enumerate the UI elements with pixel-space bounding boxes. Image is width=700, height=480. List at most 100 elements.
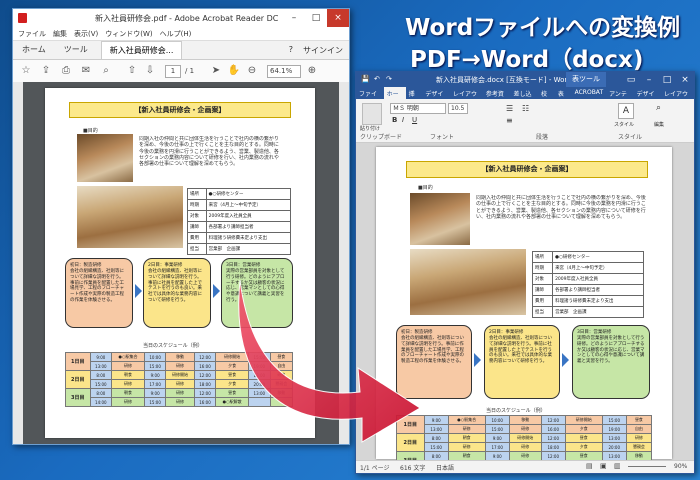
zoom-level-input[interactable]: 64.1%	[267, 65, 301, 78]
menu-window[interactable]: ウィンドウ(W)	[105, 29, 152, 39]
tab-references[interactable]: 参考資料	[483, 87, 511, 107]
schedule-label: 当日のスケジュール（例）	[486, 408, 546, 414]
web-layout-icon[interactable]: ▥	[614, 462, 621, 470]
schedule-label: 当日のスケジュール（例）	[143, 343, 203, 349]
upload-icon[interactable]: ⇪	[39, 64, 53, 78]
menu-view[interactable]: 表示(V)	[74, 29, 98, 39]
hand-tool-icon[interactable]: ✋	[227, 64, 241, 78]
group-font: フォント	[430, 134, 455, 141]
day2-bubble: 2日目：事業研修 会社の組織構造、社則等について詳細な説明を行う。事前に社員を配置…	[484, 325, 560, 399]
signin-link[interactable]: サインイン	[303, 45, 343, 56]
tab-layout[interactable]: レイアウト	[450, 87, 483, 107]
acrobat-toolbar: ☆ ⇪ ⎙ ✉ ⌕ ⇧ ⇩ 1 / 1 ➤ ✋ ⊖ 64.1% ⊕	[13, 60, 349, 83]
photo-lounge	[77, 186, 183, 248]
doc-title: 【新入社員研修会・企画案】	[406, 161, 648, 178]
group-clipboard: クリップボード	[360, 134, 403, 141]
flow-arrow-icon	[562, 353, 569, 367]
left-panel-toggle[interactable]	[13, 82, 23, 444]
bullets-icon[interactable]: ☰	[506, 104, 513, 113]
maximize-icon[interactable]: □	[658, 72, 676, 87]
photo-room	[410, 193, 470, 245]
day1-bubble: 初日：製造研修 会社の組織構造、社則等について詳細な説明を行う。事前に作業員を配置…	[65, 258, 133, 328]
menu-edit[interactable]: 編集	[53, 29, 67, 39]
status-page[interactable]: 1/1 ページ	[360, 463, 389, 472]
acrobat-app-icon	[18, 13, 27, 23]
page-total: / 1	[185, 67, 195, 75]
info-table: 場所 ●○研修センター 時期 来宮（4月上～中旬予定） 対象 2009年度入社員全員 …	[187, 188, 292, 255]
zoom-in-icon[interactable]: ⊕	[305, 64, 319, 78]
style-gallery-icon[interactable]: A	[618, 103, 634, 119]
acrobat-menubar: ファイル 編集 表示(V) ウィンドウ(W) ヘルプ(H)	[13, 27, 349, 41]
word-ribbon: 貼り付け ＭＳ 明朝 10.5 B I U ☰ ☷ ≡ A スタイル ⌕ 編集 …	[356, 99, 694, 143]
bookmark-icon[interactable]: ☆	[19, 64, 33, 78]
tab-home[interactable]: ホーム	[383, 87, 406, 107]
print-layout-icon[interactable]: ▣	[600, 462, 607, 470]
italic-icon[interactable]: I	[402, 116, 404, 124]
zoom-slider[interactable]	[628, 466, 666, 467]
flow-arrow-icon	[213, 284, 220, 298]
edit-button[interactable]: 編集	[654, 121, 664, 128]
maximize-icon[interactable]: □	[305, 9, 327, 27]
tab-document[interactable]: 新入社員研修会...	[100, 41, 183, 59]
acrobat-titlebar: 新入社員研修会.pdf - Adobe Acrobat Reader DC – …	[13, 9, 349, 27]
select-cursor-icon[interactable]: ➤	[209, 64, 223, 78]
close-icon[interactable]: ×	[676, 72, 694, 87]
zoom-level[interactable]: 90%	[674, 463, 687, 470]
tab-design[interactable]: デザイン	[422, 87, 450, 107]
find-icon[interactable]: ⌕	[656, 103, 661, 113]
read-mode-icon[interactable]: ▤	[586, 462, 593, 470]
section-heading: ■目的	[418, 185, 433, 191]
day2-bubble: 2日目：事業研修 会社の組織構造、社則等について詳細な説明を行う。事前に社員を配置…	[143, 258, 211, 328]
conversion-arrow-icon	[238, 279, 421, 443]
redo-icon[interactable]: ↷	[386, 75, 392, 83]
info-table: 場所 ●○研修センター 時期 来宮（4月上～中旬予定） 対象 2009年度入社員全員 …	[531, 251, 644, 318]
flow-arrow-icon	[135, 284, 142, 298]
table-tools-context-tab: 表ツール	[566, 72, 606, 87]
tab-review[interactable]: 校閲	[538, 87, 555, 107]
headline-line1: Wordファイルへの変換例	[405, 15, 681, 41]
headline-line2: PDF→Word（docx)	[410, 47, 644, 73]
align-left-icon[interactable]: ≡	[506, 116, 513, 125]
tab-insert[interactable]: 挿入	[406, 87, 423, 107]
close-icon[interactable]: ×	[327, 9, 349, 27]
minimize-icon[interactable]: –	[640, 72, 658, 87]
purpose-text: 同期入社の仲間と共に団体生活を行うことで社内の横の繋がりを深め、今後の仕事の上で…	[476, 195, 646, 220]
page-number-input[interactable]: 1	[165, 65, 181, 78]
ribbon-display-icon[interactable]: ▭	[622, 72, 640, 87]
font-name-select[interactable]: ＭＳ 明朝	[390, 103, 446, 114]
menu-help[interactable]: ヘルプ(H)	[160, 29, 192, 39]
print-icon[interactable]: ⎙	[59, 64, 73, 78]
minimize-icon[interactable]: –	[283, 9, 305, 27]
paste-button[interactable]: 貼り付け	[360, 125, 380, 132]
menu-file[interactable]: ファイル	[18, 29, 46, 39]
email-icon[interactable]: ✉	[79, 64, 93, 78]
acrobat-window-title: 新入社員研修会.pdf - Adobe Acrobat Reader DC	[95, 14, 279, 23]
doc-title: 【新入社員研修会・企画案】	[69, 102, 291, 118]
day3-bubble: 3日目：営業研修 実際の営業部員を対象として行う研修。どのようにアプローチするか又…	[572, 325, 650, 399]
undo-icon[interactable]: ↶	[374, 75, 380, 83]
tab-view[interactable]: 表示	[555, 87, 572, 107]
help-icon[interactable]: ?	[289, 45, 293, 56]
tab-mailings[interactable]: 差し込み	[510, 87, 538, 107]
paste-icon[interactable]	[362, 103, 382, 125]
word-titlebar: 💾 ↶ ↷ 新入社員研修会.docx [互換モード] - Word 表ツール ▭…	[356, 72, 694, 87]
tab-tools[interactable]: ツール	[55, 44, 97, 59]
tab-file[interactable]: ファイル	[356, 87, 384, 107]
style-button[interactable]: スタイル	[614, 121, 634, 128]
zoom-out-icon[interactable]: ⊖	[245, 64, 259, 78]
font-size-select[interactable]: 10.5	[448, 103, 468, 114]
numbering-icon[interactable]: ☷	[522, 104, 529, 113]
page-up-icon[interactable]: ⇧	[125, 64, 139, 78]
page-down-icon[interactable]: ⇩	[143, 64, 157, 78]
status-language[interactable]: 日本語	[436, 463, 454, 472]
photo-room	[77, 134, 133, 182]
tab-acrobat[interactable]: ACROBAT	[572, 87, 607, 99]
status-words[interactable]: 616 文字	[400, 463, 425, 472]
flow-arrow-icon	[474, 353, 481, 367]
search-icon[interactable]: ⌕	[99, 64, 113, 78]
group-style: スタイル	[618, 134, 643, 141]
save-icon[interactable]: 💾	[361, 75, 370, 83]
underline-icon[interactable]: U	[412, 116, 417, 124]
tab-home[interactable]: ホーム	[13, 44, 55, 59]
bold-icon[interactable]: B	[392, 116, 397, 124]
